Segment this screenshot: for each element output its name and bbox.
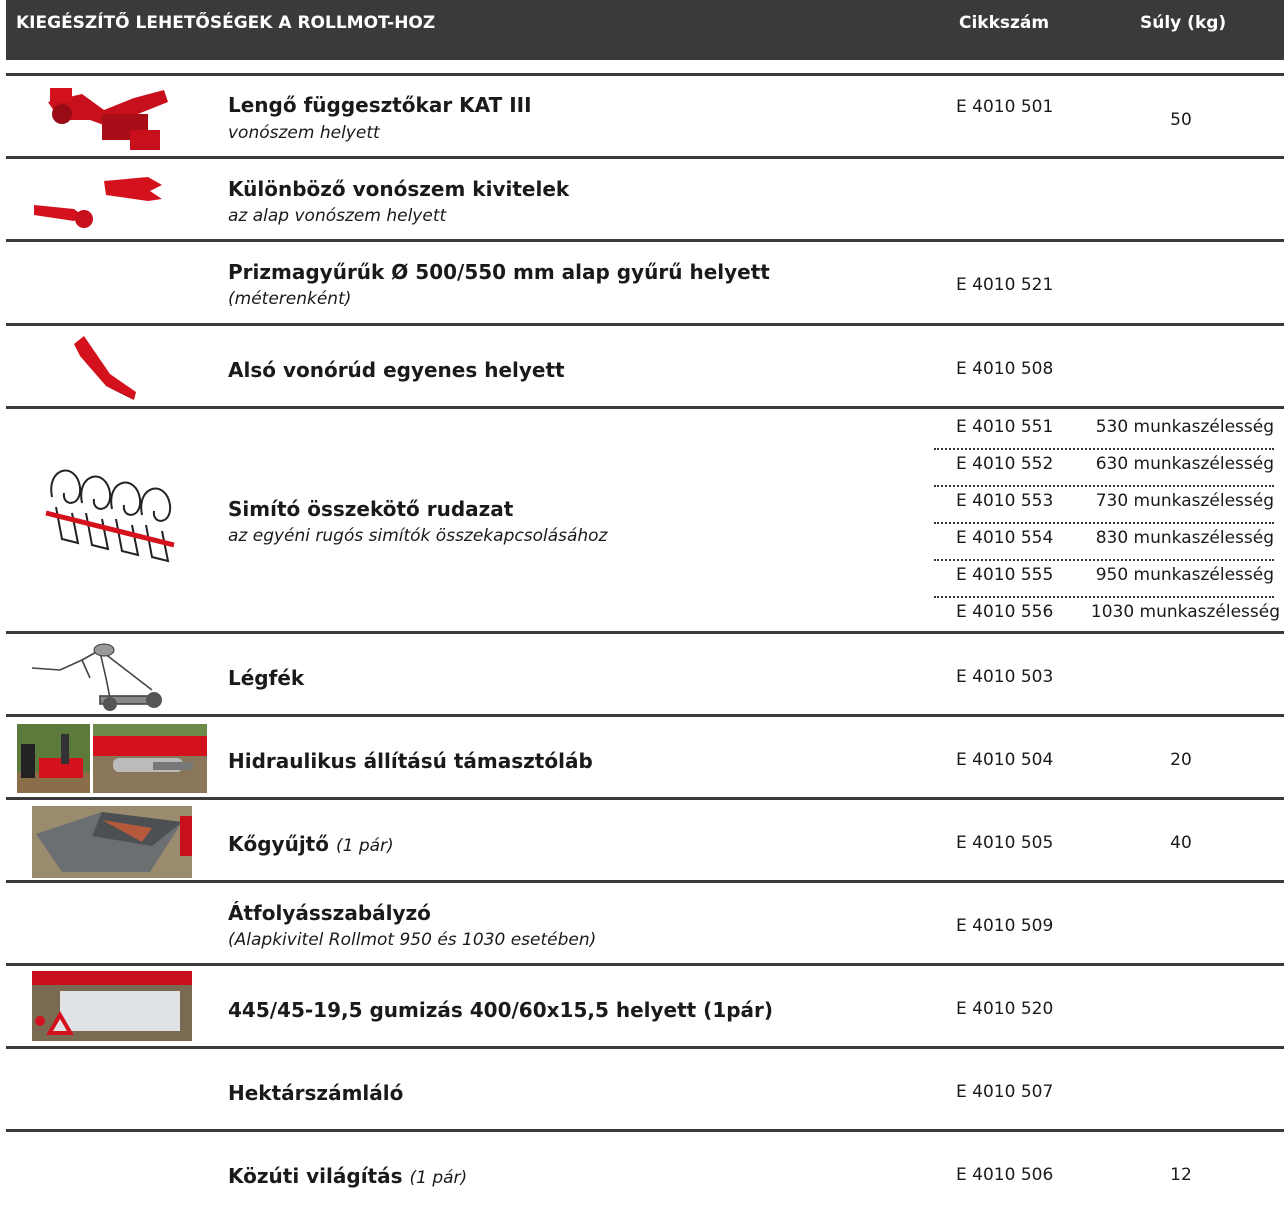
variant-width: 1030 munkaszélesség [1090,602,1280,622]
row-code: E 4010 506 [956,1165,1054,1185]
row-title-text: Közúti világítás [228,1164,403,1188]
row-code: E 4010 503 [956,667,1054,687]
variant-width: 530 munkaszélesség [1095,417,1274,437]
table-row: Prizmagyűrűk Ø 500/550 mm alap gyűrű hel… [6,239,1284,325]
table-row: Légfék E 4010 503 [6,631,1284,717]
row-title: Prizmagyűrűk Ø 500/550 mm alap gyűrű hel… [228,260,770,284]
row-title: Különböző vonószem kivitelek [228,177,570,201]
variant-code: E 4010 552 [956,454,1054,474]
header-weight-column: Súly (kg) [1140,13,1227,33]
row-subtitle: az egyéni rugós simítók összekapcsolásáh… [228,526,608,546]
row-subtitle: az alap vonószem helyett [228,206,447,226]
row-code: E 4010 508 [956,359,1054,379]
variant-line: E 4010 552 630 munkaszélesség [934,448,1274,487]
harrow-connecting-rod-image [42,457,178,581]
variant-line: E 4010 551 530 munkaszélesség [934,411,1274,450]
row-title: 445/45-19,5 gumizás 400/60x15,5 helyett … [228,998,774,1022]
row-title: Közúti világítás (1 pár) [228,1164,467,1188]
variant-code: E 4010 555 [956,565,1054,585]
row-code: E 4010 521 [956,275,1054,295]
row-weight: 12 [1170,1165,1192,1185]
row-code: E 4010 505 [956,833,1054,853]
hydraulic-jack-photo-2 [93,724,207,793]
row-weight: 40 [1170,833,1192,853]
swing-drawbar-image [42,80,172,158]
header-code-column: Cikkszám [959,13,1050,33]
variant-width: 950 munkaszélesség [1095,565,1274,585]
table-row: Hektárszámláló E 4010 507 [6,1046,1284,1132]
variant-code: E 4010 556 [956,602,1054,622]
row-title: Hidraulikus állítású támasztóláb [228,749,593,773]
row-title-text: Kőgyűjtő [228,832,329,856]
variant-line: E 4010 555 950 munkaszélesség [934,559,1274,598]
variant-width: 830 munkaszélesség [1095,528,1274,548]
tire-option-photo [32,971,192,1041]
row-title: Alsó vonórúd egyenes helyett [228,358,565,382]
variant-width: 630 munkaszélesség [1095,454,1274,474]
row-code: E 4010 504 [956,750,1054,770]
table-row: 445/45-19,5 gumizás 400/60x15,5 helyett … [6,963,1284,1049]
header-title: KIEGÉSZÍTŐ LEHETŐSÉGEK A ROLLMOT-HOZ [16,13,436,33]
row-code: E 4010 501 [956,97,1054,117]
table-row: Kőgyűjtő (1 pár) E 4010 505 40 [6,797,1284,883]
row-subtitle: vonószem helyett [228,123,380,143]
variant-width: 730 munkaszélesség [1095,491,1274,511]
variant-line: E 4010 554 830 munkaszélesség [934,522,1274,561]
row-subtitle: (méterenként) [228,289,352,309]
table-header: KIEGÉSZÍTŐ LEHETŐSÉGEK A ROLLMOT-HOZ Cik… [6,0,1284,60]
row-title: Lengő függesztőkar KAT III [228,93,532,117]
table-row: Simító összekötő rudazat az egyéni rugós… [6,406,1284,634]
table-row: Közúti világítás (1 pár) E 4010 506 12 [6,1129,1284,1207]
variant-line: E 4010 553 730 munkaszélesség [934,485,1274,524]
row-title: Kőgyűjtő (1 pár) [228,832,394,856]
table-row: Hidraulikus állítású támasztóláb E 4010 … [6,714,1284,800]
row-inline-note: (1 pár) [335,836,394,856]
lower-drawbar-image [70,334,146,402]
row-weight: 50 [1170,110,1192,130]
drawbar-eye-image [30,171,170,231]
variant-line: E 4010 556 1030 munkaszélesség [934,596,1280,633]
row-title: Simító összekötő rudazat [228,497,514,521]
row-title: Átfolyásszabályzó [228,901,431,925]
table-row: Lengő függesztőkar KAT III vonószem hely… [6,73,1284,158]
variant-code: E 4010 554 [956,528,1054,548]
row-code: E 4010 509 [956,916,1054,936]
table-row: Különböző vonószem kivitelek az alap von… [6,156,1284,242]
row-title: Hektárszámláló [228,1081,404,1105]
table-row: Átfolyásszabályzó (Alapkivitel Rollmot 9… [6,880,1284,966]
table-row: Alsó vonórúd egyenes helyett E 4010 508 [6,323,1284,409]
row-code: E 4010 520 [956,999,1054,1019]
row-inline-note: (1 pár) [409,1168,468,1188]
row-code: E 4010 507 [956,1082,1054,1102]
row-subtitle: (Alapkivitel Rollmot 950 és 1030 esetébe… [228,930,597,950]
air-brake-image [30,638,170,714]
row-weight: 20 [1170,750,1192,770]
stone-collector-photo [32,806,192,878]
variant-code: E 4010 553 [956,491,1054,511]
variant-code: E 4010 551 [956,417,1054,437]
hydraulic-jack-photo-1 [17,724,90,793]
row-title: Légfék [228,666,305,690]
